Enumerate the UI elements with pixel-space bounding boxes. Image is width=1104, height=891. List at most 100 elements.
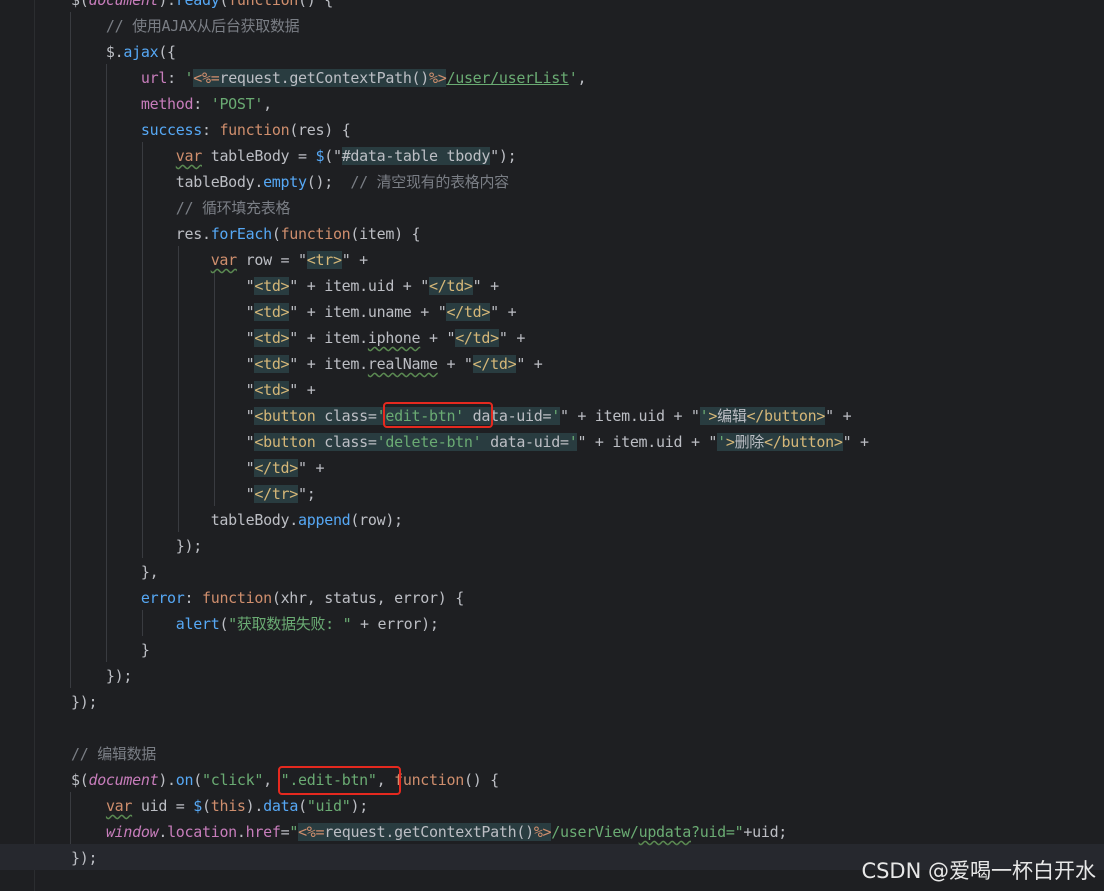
code-token: #data-table tbody xyxy=(341,147,491,165)
code-token: ?uid=" xyxy=(690,823,744,841)
code-line[interactable]: success: function(res) { xyxy=(71,117,351,143)
code-token: " + item. xyxy=(289,329,368,347)
code-token: location xyxy=(167,823,237,841)
code-token: , xyxy=(263,95,272,113)
code-token: "click" xyxy=(202,771,264,789)
code-token: <button xyxy=(254,433,316,451)
code-token: var xyxy=(175,147,203,165)
code-line[interactable]: var tableBody = $("#data-table tbody"); xyxy=(71,143,517,169)
code-token: uid = xyxy=(132,797,194,815)
code-token: <td> xyxy=(254,329,290,347)
code-token: </td> xyxy=(472,355,517,373)
code-token: <td> xyxy=(254,381,290,399)
code-token: " xyxy=(71,355,255,373)
code-token: function xyxy=(228,0,299,9)
code-token: , xyxy=(577,69,587,87)
code-token: (res) { xyxy=(289,121,351,139)
code-token: " + xyxy=(298,459,325,477)
code-token: " + item.uid + " xyxy=(577,433,718,451)
code-line[interactable]: var row = "<tr>" + xyxy=(71,247,368,273)
code-token: updata xyxy=(638,823,692,841)
code-line[interactable]: }); xyxy=(71,689,98,715)
code-line[interactable]: var uid = $(this).data("uid"); xyxy=(71,793,368,819)
code-token: " + item.uname + " xyxy=(289,303,447,321)
code-token: " + xyxy=(472,277,500,295)
code-line[interactable]: "<button class='delete-btn' data-uid='" … xyxy=(71,429,869,455)
code-token: <td> xyxy=(254,355,290,373)
code-token: (" xyxy=(324,147,342,165)
code-token: iphone xyxy=(367,329,421,347)
code-token: // 使用AJAX从后台获取数据 xyxy=(71,17,300,35)
code-token: " xyxy=(71,277,255,295)
code-token: " + item. xyxy=(289,355,368,373)
code-line[interactable]: tableBody.empty(); // 清空现有的表格内容 xyxy=(71,169,509,195)
code-token: empty xyxy=(263,173,307,191)
code-line[interactable]: res.forEach(function(item) { xyxy=(71,221,421,247)
code-token: . xyxy=(236,823,246,841)
code-token: </td> xyxy=(254,459,299,477)
annotation-box-edit-btn-class xyxy=(383,402,493,428)
code-line[interactable]: "<td>" + item.realName + "</td>" + xyxy=(71,351,543,377)
code-token: }); xyxy=(71,693,98,711)
code-token: <button xyxy=(254,407,316,425)
code-line[interactable]: "</td>" + xyxy=(71,455,325,481)
code-token: " xyxy=(71,433,255,451)
code-token: this xyxy=(210,797,246,815)
code-line[interactable]: "<td>" + item.uid + "</td>" + xyxy=(71,273,499,299)
code-line[interactable]: }); xyxy=(71,845,98,871)
code-token: +uid; xyxy=(743,823,788,841)
code-line[interactable]: // 编辑数据 xyxy=(71,741,156,767)
code-token: success xyxy=(140,121,202,139)
code-line[interactable]: }); xyxy=(71,663,133,689)
code-token: " + xyxy=(289,381,316,399)
code-token: window xyxy=(105,823,159,841)
code-token: ( xyxy=(193,771,202,789)
code-token: : xyxy=(167,69,185,87)
code-token: 编辑 xyxy=(717,407,747,425)
code-line[interactable]: url: '<%=request.getContextPath()%>/user… xyxy=(71,65,586,91)
code-token: } xyxy=(71,641,150,659)
code-token: + " xyxy=(437,355,473,373)
code-line[interactable]: }, xyxy=(71,559,159,585)
code-line[interactable]: // 使用AJAX从后台获取数据 xyxy=(71,13,300,39)
code-line[interactable]: error: function(xhr, status, error) { xyxy=(71,585,464,611)
code-line[interactable]: tableBody.append(row); xyxy=(71,507,403,533)
code-line[interactable]: method: 'POST', xyxy=(71,91,272,117)
code-token: . xyxy=(158,823,168,841)
code-line[interactable]: }); xyxy=(71,533,203,559)
code-token: request.getContextPath() xyxy=(219,69,430,87)
code-token: > xyxy=(725,433,735,451)
code-line[interactable]: // 循环填充表格 xyxy=(71,195,291,221)
code-line[interactable]: "<td>" + item.iphone + "</td>" + xyxy=(71,325,525,351)
code-line[interactable]: "</tr>"; xyxy=(71,481,316,507)
code-token: 'POST' xyxy=(210,95,264,113)
code-token: : xyxy=(184,589,202,607)
code-line[interactable]: "<td>" + item.uname + "</td>" + xyxy=(71,299,517,325)
code-editor[interactable]: $(document).ready(function() { // 使用AJAX… xyxy=(0,0,1104,891)
code-token: realName xyxy=(367,355,438,373)
code-line[interactable]: "<td>" + xyxy=(71,377,316,403)
code-line[interactable]: alert("获取数据失败: " + error); xyxy=(71,611,439,637)
code-token: ' xyxy=(717,433,726,451)
code-line[interactable]: $.ajax({ xyxy=(71,39,176,65)
code-line[interactable]: } xyxy=(71,637,150,663)
code-token: <%= xyxy=(193,69,220,87)
code-token: (xhr, status, error) { xyxy=(271,589,464,607)
code-token: tableBody = xyxy=(201,147,316,165)
code-token: $ xyxy=(315,147,325,165)
code-line[interactable]: $(document).ready(function() { xyxy=(71,0,333,13)
code-token: ready xyxy=(175,0,220,9)
code-token: res. xyxy=(71,225,211,243)
code-token: $( xyxy=(71,0,89,9)
code-token: </tr> xyxy=(254,485,299,503)
code-line[interactable]: window.location.href="<%=request.getCont… xyxy=(71,819,787,845)
code-token: tableBody. xyxy=(71,173,264,191)
code-token: () { xyxy=(463,771,499,789)
code-token: request.getContextPath() xyxy=(324,823,534,841)
code-token: ); xyxy=(350,797,368,815)
code-token: " xyxy=(71,303,255,321)
